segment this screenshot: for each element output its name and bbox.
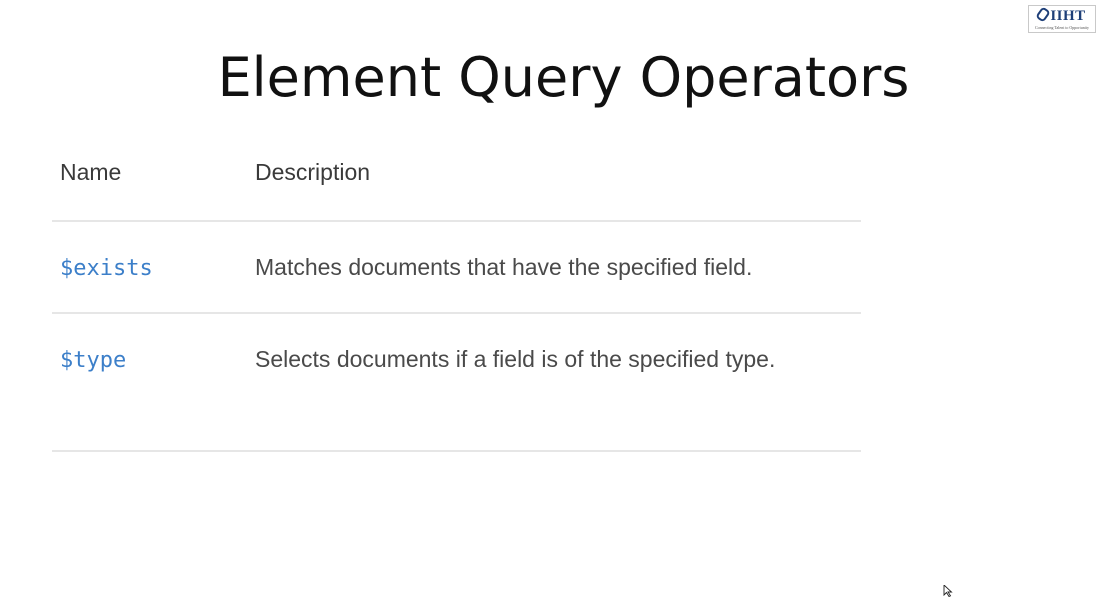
table-header-row: Name Description <box>52 130 861 222</box>
slide-title: Element Query Operators <box>217 46 910 109</box>
operator-name-link[interactable]: $type <box>60 348 126 373</box>
description-column-header: Description <box>255 159 371 185</box>
operator-description: Selects documents if a field is of the s… <box>255 346 776 372</box>
operator-name-link[interactable]: $exists <box>60 256 153 281</box>
logo-key-icon <box>1035 6 1052 23</box>
operator-description: Matches documents that have the specifie… <box>255 254 753 280</box>
table-row: $type Selects documents if a field is of… <box>52 314 861 452</box>
table-row: $exists Matches documents that have the … <box>52 222 861 314</box>
name-column-header: Name <box>60 159 122 185</box>
logo-brand-text: IIHT <box>1050 8 1086 24</box>
logo-tagline: Connecting Talent to Opportunity <box>1035 25 1089 30</box>
mouse-cursor-icon <box>943 585 953 597</box>
iiht-logo: IIHT Connecting Talent to Opportunity <box>1028 5 1096 33</box>
operators-table: Name Description $exists Matches documen… <box>52 130 861 452</box>
